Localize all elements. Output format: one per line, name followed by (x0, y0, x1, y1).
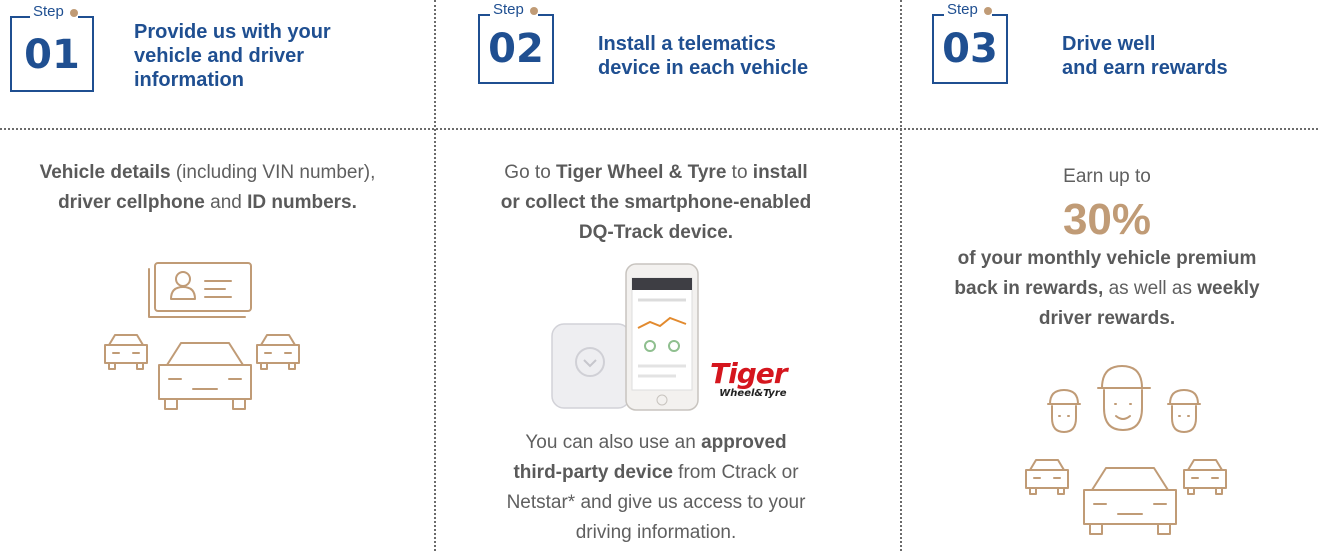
text-bold: driver rewards. (1038, 308, 1176, 329)
text-bold: Tiger Wheel & Tyre (556, 162, 727, 183)
step-3-description: Earn up to 30% of your monthly vehicle p… (902, 162, 1312, 334)
text: and (204, 192, 248, 213)
step-dot-icon (984, 7, 992, 15)
drivers-and-cars-icon (1025, 365, 1227, 535)
text: You can also use an (525, 432, 702, 453)
text-bold: approved (701, 432, 787, 453)
step-label: Step (30, 3, 67, 21)
step-3-column: Step 03 Drive well and earn rewards Earn… (902, 0, 1318, 551)
text-bold: driver cellphone (58, 192, 205, 213)
text: Netstar* and give us access to your (506, 492, 806, 513)
title-line: device in each vehicle (598, 57, 809, 79)
step-1-badge: Step 01 (10, 3, 94, 92)
step-dot-icon (70, 9, 78, 17)
logo-sub-text: Wheel&Tyre (719, 388, 787, 399)
step-1-description: Vehicle details (including VIN number), … (0, 158, 415, 218)
text-bold: third-party device (513, 462, 673, 483)
text: from Ctrack or (672, 462, 799, 483)
step-dot-icon (530, 7, 538, 15)
step-number: 02 (488, 26, 544, 72)
tiger-wheel-tyre-logo: Tiger Wheel&Tyre (710, 357, 788, 400)
title-line: and earn rewards (1062, 57, 1228, 79)
logo-main-text: Tiger (710, 357, 788, 390)
step-3-badge: Step 03 (932, 1, 1008, 84)
text-bold: install (752, 162, 808, 183)
text: (including VIN number), (170, 162, 376, 183)
title-line: information (134, 69, 244, 91)
step-2-title: Install a telematics device in each vehi… (598, 32, 808, 80)
title-line: Provide us with your (134, 21, 331, 43)
text-bold: Vehicle details (39, 162, 171, 183)
step-number: 03 (942, 26, 998, 72)
id-card-and-cars-icon (104, 262, 300, 410)
step-3-title: Drive well and earn rewards (1062, 32, 1228, 80)
step-2-badge: Step 02 (478, 1, 554, 84)
text: Earn up to (1063, 166, 1151, 187)
text-bold: of your monthly vehicle premium (957, 248, 1257, 269)
text-bold: or collect the smartphone-enabled (500, 192, 812, 213)
text-bold: back in rewards, (954, 278, 1104, 299)
text-bold: ID numbers. (247, 192, 357, 213)
step-2-description: Go to Tiger Wheel & Tyre to install or c… (436, 158, 876, 248)
text: as well as (1103, 278, 1198, 299)
text-bold: weekly (1197, 278, 1260, 299)
text: driving information. (575, 522, 737, 543)
step-label: Step (490, 1, 527, 19)
title-line: Drive well (1062, 33, 1156, 55)
step-2-footnote: You can also use an approved third-party… (436, 428, 876, 548)
title-line: vehicle and driver (134, 45, 305, 67)
step-label: Step (944, 1, 981, 19)
text: to (726, 162, 753, 183)
step-1-title: Provide us with your vehicle and driver … (134, 20, 331, 92)
text-bold: DQ-Track device. (578, 222, 734, 243)
title-line: Install a telematics (598, 33, 776, 55)
reward-percentage: 30% (1062, 195, 1152, 244)
step-1-column: Step 01 Provide us with your vehicle and… (0, 0, 435, 551)
step-2-column: Step 02 Install a telematics device in e… (436, 0, 901, 551)
text: Go to (504, 162, 557, 183)
step-number: 01 (24, 32, 80, 78)
